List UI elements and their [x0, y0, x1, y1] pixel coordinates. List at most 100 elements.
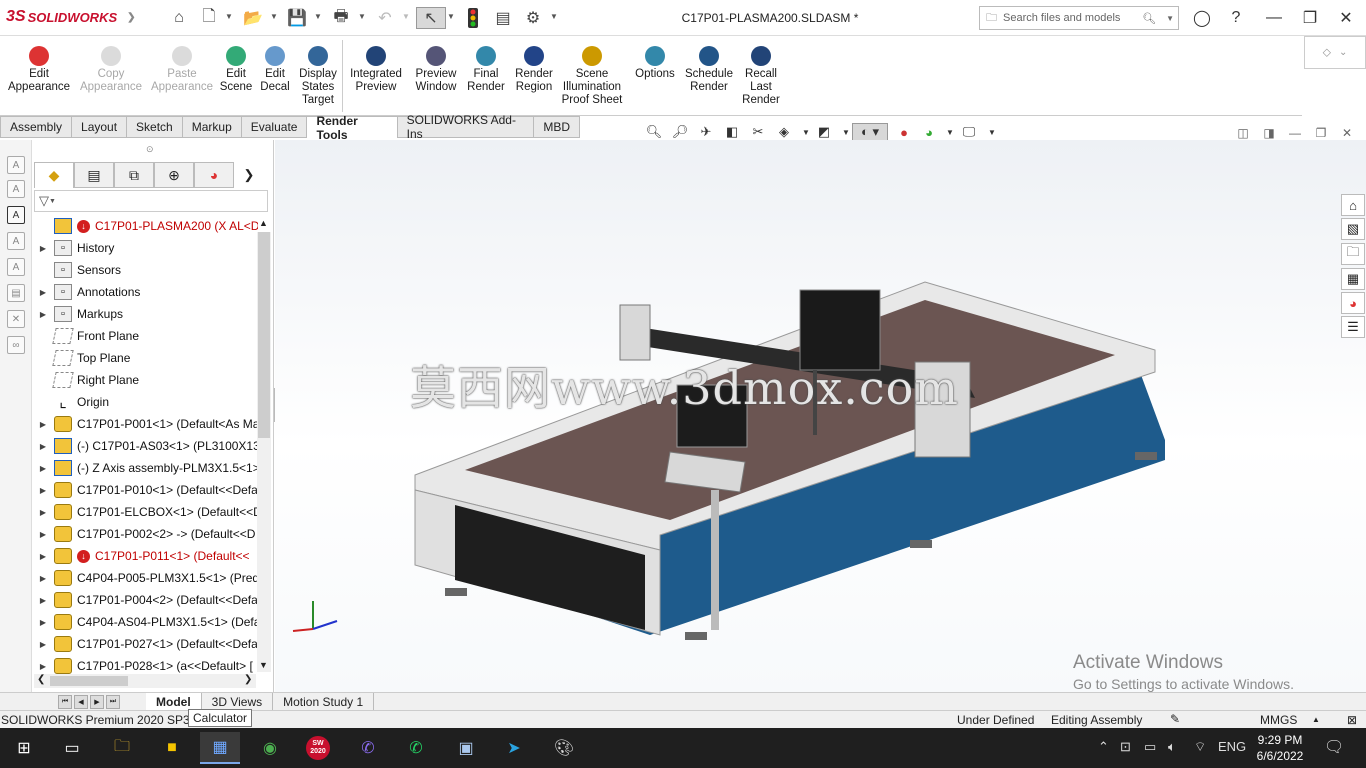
unit-system[interactable]: MMGS: [1260, 713, 1297, 727]
design-library-icon[interactable]: ▧: [1341, 218, 1365, 240]
hide-show-items-icon[interactable]: ◐ ▾: [852, 123, 888, 141]
command-button-10[interactable]: Scene Illumination Proof Sheet: [560, 46, 624, 107]
zoom-to-fit-icon[interactable]: 🔍︎: [645, 123, 663, 141]
whatsapp-icon[interactable]: ✆: [396, 732, 436, 764]
expand-arrow-icon[interactable]: ▶: [36, 530, 50, 539]
weld-symbol-icon[interactable]: ✕: [7, 310, 25, 328]
expand-arrow-icon[interactable]: ▶: [36, 310, 50, 319]
tree-vertical-scroll-thumb[interactable]: [258, 232, 270, 438]
tree-item[interactable]: ▶ (-) Z Axis assembly-PLM3X1.5<1>: [36, 457, 258, 479]
scroll-left-icon[interactable]: ❮: [37, 674, 45, 685]
filter-icon[interactable]: ▽: [39, 193, 49, 209]
view-home-icon[interactable]: ⌂: [1341, 194, 1365, 216]
chevron-down-icon[interactable]: ▼: [447, 12, 455, 21]
view-settings-icon[interactable]: 🖵: [960, 123, 978, 141]
view-palette-icon[interactable]: ▦: [1341, 268, 1365, 290]
zoom-to-area-icon[interactable]: 🔎︎: [671, 123, 689, 141]
command-manager-options[interactable]: ⬦ ⌄: [1304, 36, 1366, 69]
display-manager-tab-icon[interactable]: ◕: [194, 162, 234, 188]
prev-tab-icon[interactable]: ◀: [74, 694, 88, 709]
new-document-icon[interactable]: 🗋: [198, 7, 220, 29]
save-icon[interactable]: 💾: [286, 7, 308, 29]
tree-item[interactable]: ▶ C17P01-P001<1> (Default<As Ma: [36, 413, 258, 435]
scroll-up-icon[interactable]: ▲: [259, 218, 268, 228]
command-button-2[interactable]: Paste Appearance: [151, 46, 213, 94]
help-icon[interactable]: ?: [1222, 6, 1250, 30]
telegram-icon[interactable]: ➤: [494, 732, 534, 764]
expand-arrow-icon[interactable]: ▶: [36, 574, 50, 583]
tree-item[interactable]: ▶ ▫ Annotations: [36, 281, 258, 303]
search-box[interactable]: 🗀 Search files and models 🔍︎ ▼: [979, 6, 1179, 30]
sticky-notes-icon[interactable]: ■: [152, 732, 192, 764]
task-view-icon[interactable]: ▭: [52, 732, 92, 764]
tab-scroll-right-icon[interactable]: ❯: [234, 162, 264, 188]
tree-item[interactable]: ↓ C17P01-PLASMA200 (X AL<Disp: [36, 215, 258, 237]
restore-button[interactable]: ❐: [1296, 6, 1324, 30]
tree-item[interactable]: ▶ ↓ C17P01-P011<1> (Default<<: [36, 545, 258, 567]
minimize-button[interactable]: —: [1260, 6, 1288, 30]
tree-item[interactable]: ▶ (-) C17P01-AS03<1> (PL3100X135: [36, 435, 258, 457]
print-icon[interactable]: 🖶: [330, 7, 352, 29]
windows-start-icon[interactable]: ⊞: [4, 732, 44, 764]
configuration-manager-tab-icon[interactable]: ⧉: [114, 162, 154, 188]
close-button[interactable]: ✕: [1332, 6, 1360, 30]
network-app-icon[interactable]: ▣: [446, 732, 486, 764]
expand-arrow-icon[interactable]: ▶: [36, 596, 50, 605]
scroll-right-icon[interactable]: ❯: [244, 674, 252, 685]
chrome-icon[interactable]: ◉: [250, 732, 290, 764]
chevron-down-icon[interactable]: ▼: [402, 12, 410, 21]
balloon-tool-icon[interactable]: A: [7, 232, 25, 250]
tab-solidworks-add-ins[interactable]: SOLIDWORKS Add-Ins: [397, 113, 535, 141]
chevron-down-icon[interactable]: ▼: [225, 12, 233, 21]
chevron-down-icon[interactable]: ⌄: [1339, 47, 1347, 58]
expand-arrow-icon[interactable]: ▶: [36, 464, 50, 473]
command-button-6[interactable]: Integrated Preview: [348, 46, 404, 94]
command-button-7[interactable]: Preview Window: [413, 46, 459, 94]
tree-item[interactable]: ▶ C17P01-ELCBOX<1> (Default<<D: [36, 501, 258, 523]
chevron-down-icon[interactable]: ▼: [941, 123, 959, 141]
chevron-up-icon[interactable]: ▲: [1312, 715, 1320, 724]
tree-horizontal-scroll-thumb[interactable]: [50, 676, 128, 686]
note-tool-icon[interactable]: A: [7, 180, 25, 198]
tab-motion-study-1[interactable]: Motion Study 1: [273, 692, 375, 711]
options-icon[interactable]: ⚙: [522, 7, 544, 29]
expand-arrow-icon[interactable]: ▶: [36, 618, 50, 627]
tray-app-icon[interactable]: ⊡: [1120, 739, 1131, 755]
expand-arrow-icon[interactable]: ▶: [36, 420, 50, 429]
menu-expand-icon[interactable]: ❯: [127, 12, 135, 23]
command-button-12[interactable]: Schedule Render: [683, 46, 735, 94]
viber-icon[interactable]: ✆: [348, 732, 388, 764]
tree-item[interactable]: Top Plane: [36, 347, 258, 369]
panel-grip-icon[interactable]: ⊙: [146, 144, 154, 155]
tree-item[interactable]: ▶ C17P01-P027<1> (Default<<Defa: [36, 633, 258, 655]
volume-icon[interactable]: 🔈︎: [1168, 739, 1176, 755]
tree-filter[interactable]: ▽ ▼: [34, 190, 268, 212]
chevron-down-icon[interactable]: ▼: [314, 12, 322, 21]
property-manager-tab-icon[interactable]: ▤: [74, 162, 114, 188]
undo-icon[interactable]: ↶: [374, 7, 396, 29]
tree-item[interactable]: ▶ C17P01-P002<2> -> (Default<<D: [36, 523, 258, 545]
pin-icon[interactable]: ⬦: [1323, 45, 1331, 60]
calculator-icon[interactable]: ▦: [200, 732, 240, 764]
chevron-down-icon[interactable]: ▼: [270, 12, 278, 21]
custom-properties-icon[interactable]: ☰: [1341, 316, 1365, 338]
tree-item[interactable]: ▶ ▫ Markups: [36, 303, 258, 325]
datum-icon[interactable]: ∞: [7, 336, 25, 354]
command-button-3[interactable]: Edit Scene: [218, 46, 254, 94]
auto-balloon-icon[interactable]: A: [7, 258, 25, 276]
tab-evaluate[interactable]: Evaluate: [241, 116, 308, 138]
stack-icon[interactable]: ▤: [7, 284, 25, 302]
command-button-9[interactable]: Render Region: [512, 46, 556, 94]
dimxpert-manager-tab-icon[interactable]: ⊕: [154, 162, 194, 188]
tree-item[interactable]: ▶ C17P01-P010<1> (Default<<Defa: [36, 479, 258, 501]
command-button-11[interactable]: Options: [632, 46, 678, 81]
expand-arrow-icon[interactable]: ▶: [36, 486, 50, 495]
chevron-down-icon[interactable]: ▼: [1166, 14, 1174, 23]
command-button-8[interactable]: Final Render: [467, 46, 505, 94]
expand-arrow-icon[interactable]: ▶: [36, 552, 50, 561]
file-properties-icon[interactable]: ▤: [492, 7, 514, 29]
search-input[interactable]: Search files and models: [1003, 12, 1136, 24]
wifi-icon[interactable]: ⌔: [1194, 739, 1206, 755]
home-icon[interactable]: ⌂: [168, 7, 190, 29]
edit-appearance-icon[interactable]: ●: [895, 123, 913, 141]
